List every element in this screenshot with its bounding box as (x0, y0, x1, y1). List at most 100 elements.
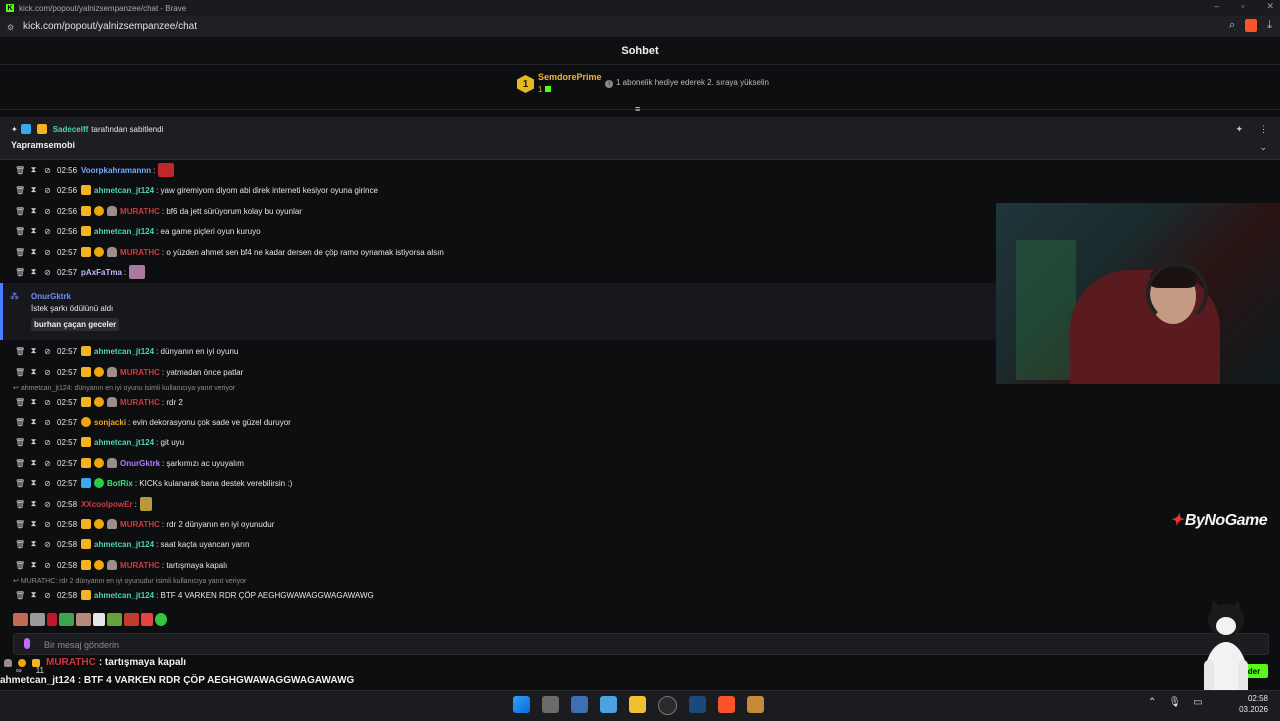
ban-icon[interactable]: ⊘ (43, 186, 52, 195)
delete-icon[interactable]: 🗑 (15, 479, 25, 488)
username[interactable]: MURATHC (120, 561, 160, 570)
app-icon[interactable] (747, 696, 764, 713)
address-bar[interactable]: ⚙ kick.com/popout/yalnizsempanzee/chat ⌕… (0, 16, 1280, 37)
leader-name[interactable]: SemdorePrime (538, 72, 602, 82)
timeout-icon[interactable]: ⧗ (29, 417, 38, 427)
brave-shields-icon[interactable] (1245, 19, 1258, 32)
username[interactable]: MURATHC (120, 520, 160, 529)
username[interactable]: ahmetcan_jt124 (94, 591, 154, 600)
display-icon[interactable]: ▭ (1193, 697, 1202, 708)
username[interactable]: ahmetcan_jt124 (94, 227, 154, 236)
emote-button[interactable] (13, 613, 28, 626)
timeout-icon[interactable]: ⧗ (29, 165, 38, 175)
chat-input-wrapper[interactable] (13, 633, 1269, 655)
ban-icon[interactable]: ⊘ (43, 248, 52, 257)
ban-icon[interactable]: ⊘ (43, 500, 52, 509)
timeout-icon[interactable]: ⧗ (29, 590, 38, 600)
username[interactable]: ahmetcan_jt124 (94, 438, 154, 447)
emote-button[interactable] (141, 613, 153, 626)
ban-icon[interactable]: ⊘ (43, 398, 52, 407)
app-icon[interactable] (658, 696, 677, 715)
emote-button[interactable] (59, 613, 74, 626)
download-icon[interactable]: ⤓ (1267, 19, 1272, 32)
minimize-button[interactable]: – (1214, 1, 1219, 12)
reply-context[interactable]: ↩ ahmetcan_jt124: dünyanın en iyi oyunu … (13, 384, 235, 392)
ban-icon[interactable]: ⊘ (43, 418, 52, 427)
delete-icon[interactable]: 🗑 (15, 398, 25, 407)
scroll-handle-icon[interactable]: ≡ (635, 104, 640, 114)
timeout-icon[interactable]: ⧗ (29, 267, 38, 277)
timeout-icon[interactable]: ⧗ (29, 519, 38, 529)
timeout-icon[interactable]: ⧗ (29, 437, 38, 447)
username[interactable]: OnurGktrk (120, 459, 160, 468)
timeout-icon[interactable]: ⧗ (29, 346, 38, 356)
username[interactable]: Voorpkahramannn (81, 166, 151, 175)
app-icon[interactable] (600, 696, 617, 713)
emote-button[interactable] (107, 613, 122, 626)
chevron-down-icon[interactable]: ⌄ (1259, 142, 1267, 153)
emote-picker-icon[interactable] (24, 638, 30, 649)
delete-icon[interactable]: 🗑 (15, 418, 25, 427)
ban-icon[interactable]: ⊘ (43, 561, 52, 570)
task-view-icon[interactable] (542, 696, 559, 713)
timeout-icon[interactable]: ⧗ (29, 397, 38, 407)
emote-button[interactable] (124, 613, 139, 626)
username[interactable]: pAxFaTma (81, 268, 122, 277)
emote-button[interactable] (76, 613, 91, 626)
reward-username[interactable]: OnurGktrk (31, 292, 71, 301)
emote-button[interactable] (155, 613, 167, 626)
reply-context[interactable]: ↩ MURATHC: rdr 2 dünyanın en iyi oyunudu… (13, 577, 246, 585)
delete-icon[interactable]: 🗑 (15, 561, 25, 570)
timeout-icon[interactable]: ⧗ (29, 247, 38, 257)
username[interactable]: ahmetcan_jt124 (94, 186, 154, 195)
ban-icon[interactable]: ⊘ (43, 227, 52, 236)
delete-icon[interactable]: 🗑 (15, 368, 25, 377)
site-settings-icon[interactable]: ⚙ (7, 23, 15, 32)
zoom-icon[interactable]: ⌕ (1229, 19, 1235, 32)
ban-icon[interactable]: ⊘ (43, 368, 52, 377)
ban-icon[interactable]: ⊘ (43, 459, 52, 468)
delete-icon[interactable]: 🗑 (15, 186, 25, 195)
emote-button[interactable] (93, 613, 105, 626)
ban-icon[interactable]: ⊘ (43, 438, 52, 447)
ban-icon[interactable]: ⊘ (43, 268, 52, 277)
delete-icon[interactable]: 🗑 (15, 438, 25, 447)
brave-icon[interactable] (718, 696, 735, 713)
timeout-icon[interactable]: ⧗ (29, 206, 38, 216)
delete-icon[interactable]: 🗑 (15, 540, 25, 549)
more-options-icon[interactable]: ⋮ (1259, 124, 1268, 135)
delete-icon[interactable]: 🗑 (15, 207, 25, 216)
delete-icon[interactable]: 🗑 (15, 459, 25, 468)
username[interactable]: sonjacki (94, 418, 126, 427)
maximize-button[interactable]: ▫ (1241, 1, 1244, 12)
delete-icon[interactable]: 🗑 (15, 166, 25, 175)
delete-icon[interactable]: 🗑 (15, 248, 25, 257)
delete-icon[interactable]: 🗑 (15, 520, 25, 529)
pinned-message[interactable] (0, 117, 1280, 160)
windows-start-icon[interactable] (513, 696, 530, 713)
timeout-icon[interactable]: ⧗ (29, 499, 38, 509)
timeout-icon[interactable]: ⧗ (29, 560, 38, 570)
username[interactable]: MURATHC (120, 368, 160, 377)
username[interactable]: MURATHC (120, 248, 160, 257)
timeout-icon[interactable]: ⧗ (29, 539, 38, 549)
username[interactable]: ahmetcan_jt124 (94, 347, 154, 356)
ban-icon[interactable]: ⊘ (43, 207, 52, 216)
app-icon[interactable] (571, 696, 588, 713)
steam-icon[interactable] (689, 696, 706, 713)
ban-icon[interactable]: ⊘ (43, 540, 52, 549)
ban-icon[interactable]: ⊘ (43, 520, 52, 529)
timeout-icon[interactable]: ⧗ (29, 185, 38, 195)
username[interactable]: BotRix (107, 479, 133, 488)
ban-icon[interactable]: ⊘ (43, 479, 52, 488)
timeout-icon[interactable]: ⧗ (29, 478, 38, 488)
close-button[interactable]: ✕ (1266, 1, 1274, 12)
emote-button[interactable] (47, 613, 57, 626)
chevron-up-icon[interactable]: ⌃ (1148, 697, 1156, 708)
emote-button[interactable] (30, 613, 45, 626)
microphone-icon[interactable]: 🎙 (1168, 697, 1181, 708)
username[interactable]: MURATHC (120, 398, 160, 407)
file-explorer-icon[interactable] (629, 696, 646, 713)
unpin-icon[interactable]: ✦ (1235, 124, 1243, 135)
ban-icon[interactable]: ⊘ (43, 591, 52, 600)
